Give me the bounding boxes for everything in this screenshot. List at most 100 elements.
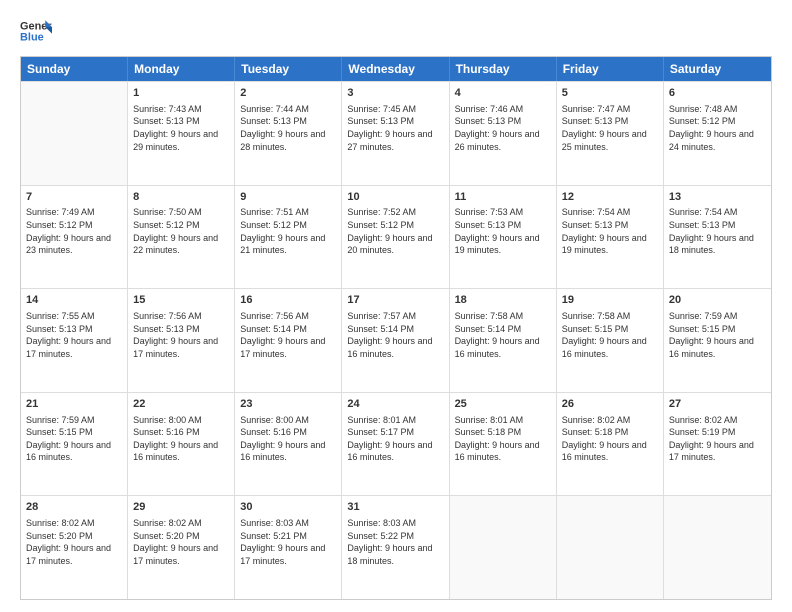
day-number: 15 <box>133 293 229 308</box>
day-header-saturday: Saturday <box>664 57 771 81</box>
cell-info: Sunrise: 7:45 AMSunset: 5:13 PMDaylight:… <box>347 103 443 153</box>
calendar-header: SundayMondayTuesdayWednesdayThursdayFrid… <box>21 57 771 81</box>
cell-info: Sunrise: 7:43 AMSunset: 5:13 PMDaylight:… <box>133 103 229 153</box>
cell-info: Sunrise: 8:02 AMSunset: 5:19 PMDaylight:… <box>669 414 766 464</box>
logo: General Blue <box>20 18 52 46</box>
sunset-label: Sunset: 5:16 PM <box>240 427 307 437</box>
sunrise-label: Sunrise: 8:00 AM <box>240 415 309 425</box>
cell-info: Sunrise: 8:00 AMSunset: 5:16 PMDaylight:… <box>133 414 229 464</box>
day-number: 13 <box>669 190 766 205</box>
daylight-label: Daylight: 9 hours and 16 minutes. <box>26 440 111 463</box>
sunrise-label: Sunrise: 7:55 AM <box>26 311 95 321</box>
sunrise-label: Sunrise: 8:01 AM <box>347 415 416 425</box>
sunset-label: Sunset: 5:15 PM <box>26 427 93 437</box>
daylight-label: Daylight: 9 hours and 26 minutes. <box>455 129 540 152</box>
day-number: 11 <box>455 190 551 205</box>
sunrise-label: Sunrise: 8:02 AM <box>133 518 202 528</box>
day-number: 18 <box>455 293 551 308</box>
cal-cell: 3Sunrise: 7:45 AMSunset: 5:13 PMDaylight… <box>342 82 449 185</box>
cal-cell: 19Sunrise: 7:58 AMSunset: 5:15 PMDayligh… <box>557 289 664 392</box>
day-number: 9 <box>240 190 336 205</box>
cell-info: Sunrise: 7:48 AMSunset: 5:12 PMDaylight:… <box>669 103 766 153</box>
cal-cell: 26Sunrise: 8:02 AMSunset: 5:18 PMDayligh… <box>557 393 664 496</box>
daylight-label: Daylight: 9 hours and 27 minutes. <box>347 129 432 152</box>
day-number: 16 <box>240 293 336 308</box>
sunset-label: Sunset: 5:14 PM <box>240 324 307 334</box>
cell-info: Sunrise: 7:58 AMSunset: 5:15 PMDaylight:… <box>562 310 658 360</box>
sunrise-label: Sunrise: 7:58 AM <box>455 311 524 321</box>
cal-cell: 24Sunrise: 8:01 AMSunset: 5:17 PMDayligh… <box>342 393 449 496</box>
sunrise-label: Sunrise: 7:52 AM <box>347 207 416 217</box>
day-number: 1 <box>133 86 229 101</box>
sunset-label: Sunset: 5:13 PM <box>347 116 414 126</box>
cal-cell: 14Sunrise: 7:55 AMSunset: 5:13 PMDayligh… <box>21 289 128 392</box>
daylight-label: Daylight: 9 hours and 23 minutes. <box>26 233 111 256</box>
daylight-label: Daylight: 9 hours and 17 minutes. <box>240 543 325 566</box>
sunrise-label: Sunrise: 7:43 AM <box>133 104 202 114</box>
cell-info: Sunrise: 7:55 AMSunset: 5:13 PMDaylight:… <box>26 310 122 360</box>
sunrise-label: Sunrise: 7:51 AM <box>240 207 309 217</box>
cell-info: Sunrise: 7:47 AMSunset: 5:13 PMDaylight:… <box>562 103 658 153</box>
cal-cell: 20Sunrise: 7:59 AMSunset: 5:15 PMDayligh… <box>664 289 771 392</box>
cal-cell: 18Sunrise: 7:58 AMSunset: 5:14 PMDayligh… <box>450 289 557 392</box>
daylight-label: Daylight: 9 hours and 24 minutes. <box>669 129 754 152</box>
day-number: 24 <box>347 397 443 412</box>
day-number: 17 <box>347 293 443 308</box>
sunset-label: Sunset: 5:20 PM <box>26 531 93 541</box>
sunset-label: Sunset: 5:13 PM <box>669 220 736 230</box>
page: General Blue SundayMondayTuesdayWednesda… <box>0 0 792 612</box>
sunset-label: Sunset: 5:13 PM <box>240 116 307 126</box>
daylight-label: Daylight: 9 hours and 16 minutes. <box>562 336 647 359</box>
day-number: 27 <box>669 397 766 412</box>
cell-info: Sunrise: 8:02 AMSunset: 5:18 PMDaylight:… <box>562 414 658 464</box>
sunrise-label: Sunrise: 7:59 AM <box>669 311 738 321</box>
sunset-label: Sunset: 5:16 PM <box>133 427 200 437</box>
cal-cell <box>21 82 128 185</box>
daylight-label: Daylight: 9 hours and 16 minutes. <box>240 440 325 463</box>
sunset-label: Sunset: 5:12 PM <box>26 220 93 230</box>
daylight-label: Daylight: 9 hours and 25 minutes. <box>562 129 647 152</box>
daylight-label: Daylight: 9 hours and 21 minutes. <box>240 233 325 256</box>
day-number: 22 <box>133 397 229 412</box>
day-number: 5 <box>562 86 658 101</box>
day-header-thursday: Thursday <box>450 57 557 81</box>
cal-cell: 31Sunrise: 8:03 AMSunset: 5:22 PMDayligh… <box>342 496 449 599</box>
cell-info: Sunrise: 8:01 AMSunset: 5:18 PMDaylight:… <box>455 414 551 464</box>
cal-cell: 16 Sunrise: 7:56 AMSunset: 5:14 PMDayligh… <box>235 289 342 392</box>
sunrise-label: Sunrise: 8:02 AM <box>26 518 95 528</box>
daylight-label: Daylight: 9 hours and 17 minutes. <box>26 543 111 566</box>
day-number: 23 <box>240 397 336 412</box>
cell-info: Sunrise: 8:00 AM Sunset: 5:16 PM Daylight:… <box>240 414 336 464</box>
cell-info: Sunrise: 7:59 AM Sunset: 5:15 PM Daylight:… <box>26 414 122 464</box>
daylight-label: Daylight: 9 hours and 17 minutes. <box>240 336 325 359</box>
sunset-label: Sunset: 5:13 PM <box>133 324 200 334</box>
logo-icon: General Blue <box>20 18 52 46</box>
day-number: 25 <box>455 397 551 412</box>
cell-info: Sunrise: 8:03 AMSunset: 5:22 PMDaylight:… <box>347 517 443 567</box>
sunset-label: Sunset: 5:12 PM <box>347 220 414 230</box>
daylight-label: Daylight: 9 hours and 19 minutes. <box>455 233 540 256</box>
cal-cell: 1 Sunrise: 7:43 AMSunset: 5:13 PMDaylight… <box>128 82 235 185</box>
cal-cell: 4Sunrise: 7:46 AMSunset: 5:13 PMDaylight… <box>450 82 557 185</box>
cell-info: Sunrise: 7:52 AMSunset: 5:12 PMDaylight:… <box>347 206 443 256</box>
cell-info: Sunrise: 7:56 AMSunset: 5:14 PMDaylight:… <box>240 310 336 360</box>
cal-cell: 17Sunrise: 7:57 AMSunset: 5:14 PMDayligh… <box>342 289 449 392</box>
sunset-label: Sunset: 5:20 PM <box>133 531 200 541</box>
sunrise-label: Sunrise: 7:56 AM <box>133 311 202 321</box>
cal-cell: 22 Sunrise: 8:00 AMSunset: 5:16 PMDayligh… <box>128 393 235 496</box>
sunrise-label: Sunrise: 7:44 AM <box>240 104 309 114</box>
daylight-label: Daylight: 9 hours and 17 minutes. <box>26 336 111 359</box>
header: General Blue <box>20 18 772 46</box>
cal-cell: 30Sunrise: 8:03 AMSunset: 5:21 PMDayligh… <box>235 496 342 599</box>
sunrise-label: Sunrise: 7:59 AM <box>26 415 95 425</box>
sunrise-label: Sunrise: 8:02 AM <box>562 415 631 425</box>
daylight-label: Daylight: 9 hours and 16 minutes. <box>133 440 218 463</box>
sunset-label: Sunset: 5:14 PM <box>347 324 414 334</box>
cal-cell: 29Sunrise: 8:02 AMSunset: 5:20 PMDayligh… <box>128 496 235 599</box>
sunset-label: Sunset: 5:22 PM <box>347 531 414 541</box>
cell-info: Sunrise: 7:54 AMSunset: 5:13 PMDaylight:… <box>669 206 766 256</box>
daylight-label: Daylight: 9 hours and 16 minutes. <box>669 336 754 359</box>
cal-cell <box>557 496 664 599</box>
sunrise-label: Sunrise: 7:47 AM <box>562 104 631 114</box>
cal-cell: 15Sunrise: 7:56 AMSunset: 5:13 PMDayligh… <box>128 289 235 392</box>
